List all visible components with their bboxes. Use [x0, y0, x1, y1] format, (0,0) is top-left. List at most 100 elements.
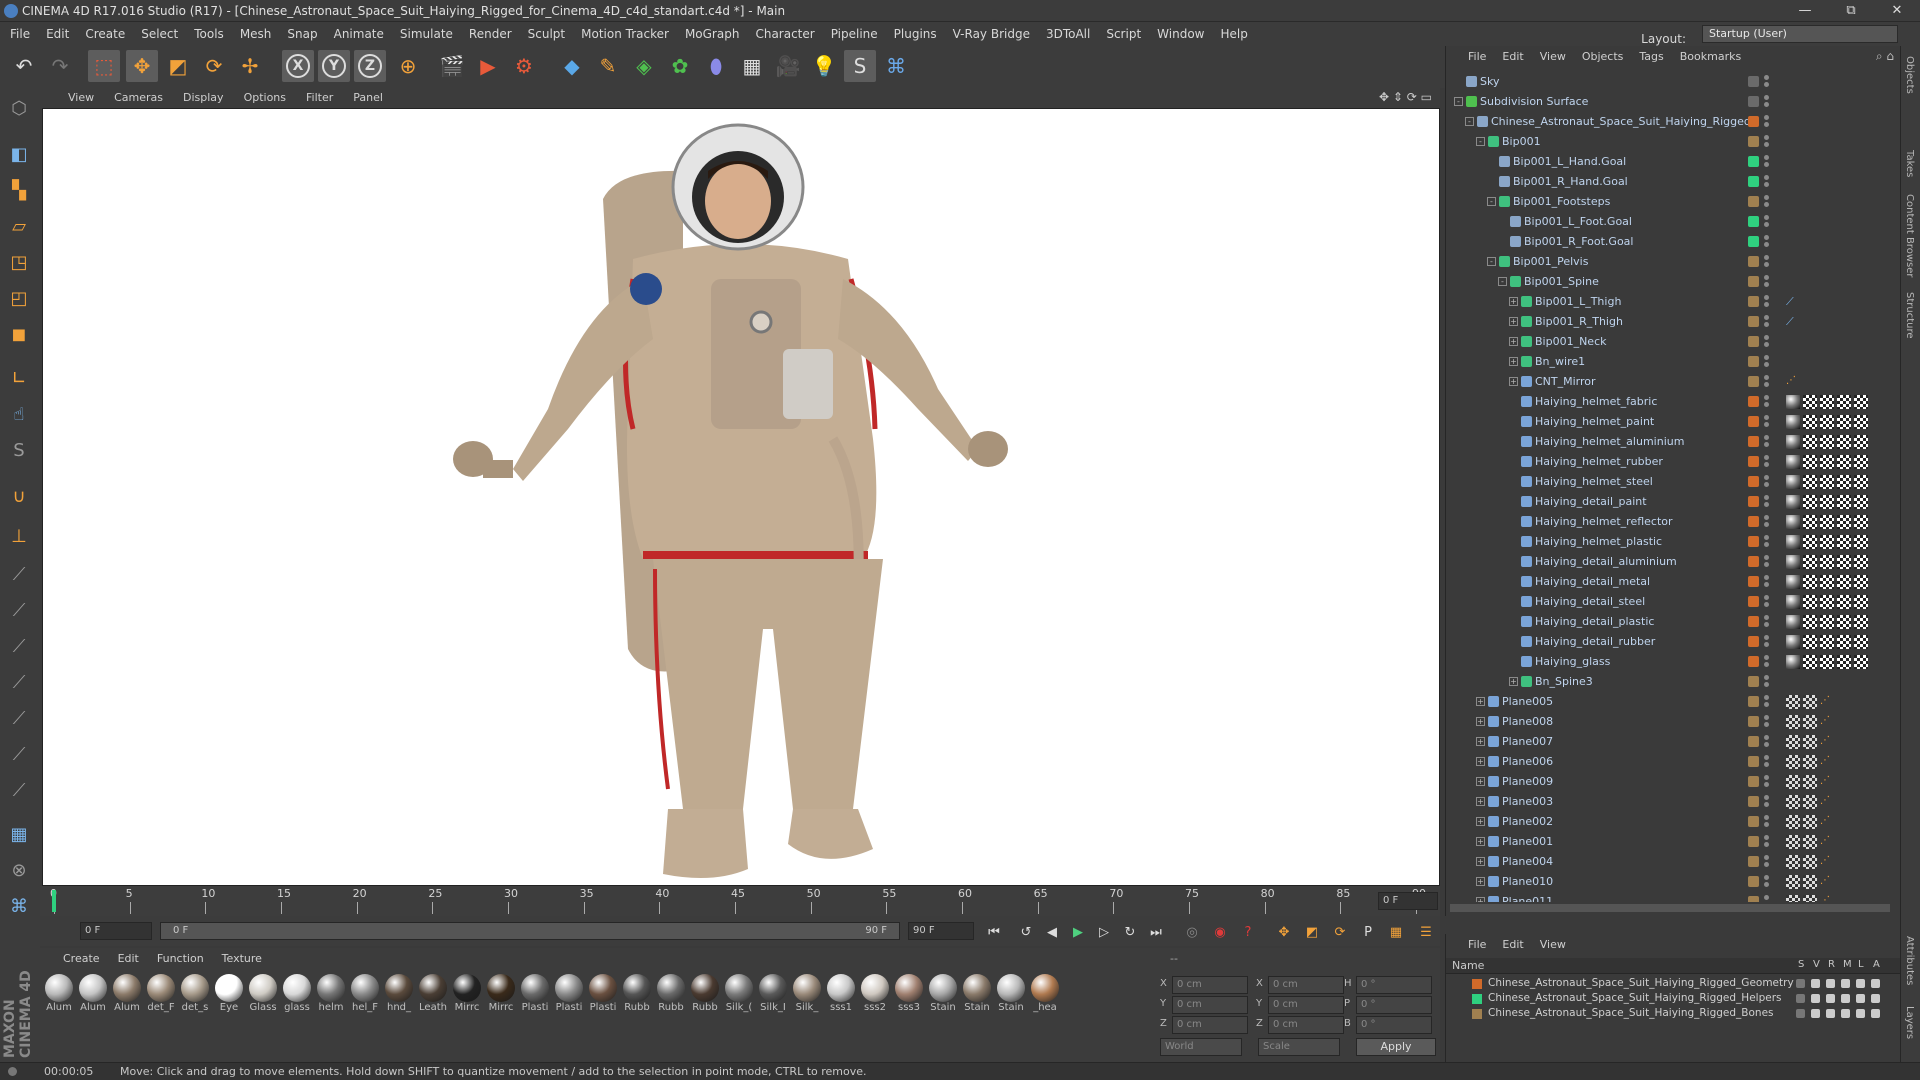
- texture-tag-icon[interactable]: [1820, 475, 1834, 489]
- material-menu-texture[interactable]: Texture: [213, 948, 271, 970]
- layer-color-swatch[interactable]: [1472, 1009, 1482, 1019]
- weight-tag-icon[interactable]: [1786, 695, 1800, 709]
- sketch-style-icon[interactable]: S: [844, 50, 876, 82]
- weight-tag-icon[interactable]: [1803, 735, 1817, 749]
- material-menu-function[interactable]: Function: [148, 948, 213, 970]
- object-row[interactable]: Haiying_helmet_paint: [1446, 412, 1886, 432]
- object-row[interactable]: + Plane010 ⋰: [1446, 872, 1886, 892]
- layer-color-icon[interactable]: [1748, 256, 1759, 267]
- texture-tag-icon[interactable]: [1837, 435, 1851, 449]
- brush-3-icon[interactable]: ⟋: [3, 666, 35, 698]
- ik-tag-icon[interactable]: ⋰: [1820, 815, 1834, 829]
- material-swatch[interactable]: Mirrc: [452, 974, 482, 1013]
- transform-tool-icon[interactable]: ✢: [234, 50, 266, 82]
- expand-icon[interactable]: +: [1476, 757, 1485, 766]
- expand-icon[interactable]: +: [1476, 897, 1485, 902]
- visibility-dots-icon[interactable]: [1764, 75, 1770, 87]
- edges-mode-icon[interactable]: ◰: [3, 282, 35, 314]
- texture-tag-icon[interactable]: [1820, 575, 1834, 589]
- 3d-viewport[interactable]: [42, 108, 1440, 886]
- coord-field-av[interactable]: 0 cm: [1172, 1016, 1248, 1034]
- object-row[interactable]: Haiying_detail_steel: [1446, 592, 1886, 612]
- redo-icon[interactable]: ↷: [44, 50, 76, 82]
- object-row[interactable]: Haiying_helmet_fabric: [1446, 392, 1886, 412]
- texture-tag-icon[interactable]: [1803, 495, 1817, 509]
- material-tag-icon[interactable]: [1786, 635, 1800, 649]
- object-row[interactable]: Haiying_helmet_plastic: [1446, 532, 1886, 552]
- brush-icon[interactable]: ⟋: [3, 594, 35, 626]
- layer-menu-view[interactable]: View: [1532, 934, 1574, 956]
- world-dropdown[interactable]: World: [1160, 1038, 1242, 1056]
- object-row[interactable]: + Plane001 ⋰: [1446, 832, 1886, 852]
- texture-tag-icon[interactable]: [1803, 595, 1817, 609]
- layer-toggle-icon[interactable]: [1841, 994, 1850, 1003]
- layer-toggle-icon[interactable]: [1826, 1009, 1835, 1018]
- tweak-mode-icon[interactable]: ☝: [3, 398, 35, 430]
- sculpt-brush-icon[interactable]: ⟋: [3, 558, 35, 590]
- rotate-tool-icon[interactable]: ⟳: [198, 50, 230, 82]
- texture-tag-icon[interactable]: [1837, 535, 1851, 549]
- snap-icon[interactable]: S: [3, 434, 35, 466]
- collapse-icon[interactable]: -: [1476, 137, 1485, 146]
- collapse-icon[interactable]: -: [1465, 117, 1474, 126]
- object-row[interactable]: Haiying_glass: [1446, 652, 1886, 672]
- layer-toggle-icon[interactable]: [1871, 979, 1880, 988]
- collapse-icon[interactable]: -: [1454, 97, 1463, 106]
- visibility-dots-icon[interactable]: [1764, 475, 1770, 487]
- material-swatch[interactable]: Glass: [248, 974, 278, 1013]
- ik-tag-icon[interactable]: ⟋: [1786, 315, 1800, 329]
- apply-button[interactable]: Apply: [1356, 1038, 1436, 1056]
- material-swatch[interactable]: sss1: [826, 974, 856, 1013]
- layer-color-icon[interactable]: [1748, 236, 1759, 247]
- object-row[interactable]: Bip001_R_Foot.Goal: [1446, 232, 1886, 252]
- material-swatch[interactable]: Rubb: [656, 974, 686, 1013]
- material-swatch[interactable]: Leath: [418, 974, 448, 1013]
- texture-tag-icon[interactable]: [1820, 415, 1834, 429]
- weight-tag-icon[interactable]: [1786, 895, 1800, 902]
- material-tag-icon[interactable]: [1786, 555, 1800, 569]
- autokey-icon[interactable]: ◉: [1210, 922, 1230, 942]
- texture-tag-icon[interactable]: [1820, 455, 1834, 469]
- visibility-dots-icon[interactable]: [1764, 435, 1770, 447]
- scale-tool-icon[interactable]: ◩: [162, 50, 194, 82]
- object-row[interactable]: + Bn_wire1: [1446, 352, 1886, 372]
- coord-field-bv[interactable]: 0 cm: [1268, 1016, 1344, 1034]
- playhead[interactable]: [52, 890, 56, 912]
- visibility-dots-icon[interactable]: [1764, 315, 1770, 327]
- next-frame-icon[interactable]: ▷: [1094, 922, 1114, 942]
- layer-toggle-icon[interactable]: [1811, 1009, 1820, 1018]
- texture-tag-icon[interactable]: [1837, 615, 1851, 629]
- layer-color-icon[interactable]: [1748, 596, 1759, 607]
- visibility-dots-icon[interactable]: [1764, 555, 1770, 567]
- material-menu-create[interactable]: Create: [54, 948, 109, 970]
- viewport-menu-panel[interactable]: Panel: [343, 88, 393, 108]
- texture-tag-icon[interactable]: [1837, 555, 1851, 569]
- layer-color-icon[interactable]: [1748, 456, 1759, 467]
- menu-window[interactable]: Window: [1149, 22, 1212, 46]
- weight-tag-icon[interactable]: [1803, 695, 1817, 709]
- tab-layers[interactable]: Layers: [1904, 1006, 1915, 1039]
- layer-toggle-icon[interactable]: [1796, 979, 1805, 988]
- ik-tag-icon[interactable]: ⋰: [1820, 695, 1834, 709]
- magnet-icon[interactable]: ∪: [3, 480, 35, 512]
- material-swatch[interactable]: _hea: [1030, 974, 1060, 1013]
- expand-icon[interactable]: +: [1509, 317, 1518, 326]
- layer-color-icon[interactable]: [1748, 76, 1759, 87]
- viewport-menu-filter[interactable]: Filter: [296, 88, 343, 108]
- layer-color-icon[interactable]: [1748, 616, 1759, 627]
- material-swatch[interactable]: Stain: [996, 974, 1026, 1013]
- texture-mode-icon[interactable]: ▚: [3, 174, 35, 206]
- viewport-menu-display[interactable]: Display: [173, 88, 234, 108]
- layer-color-icon[interactable]: [1748, 576, 1759, 587]
- model-mode-icon[interactable]: ◧: [3, 138, 35, 170]
- layer-color-icon[interactable]: [1748, 336, 1759, 347]
- brush-2-icon[interactable]: ⟋: [3, 630, 35, 662]
- texture-tag-icon[interactable]: [1803, 515, 1817, 529]
- texture-tag-icon[interactable]: [1837, 515, 1851, 529]
- texture-tag-icon[interactable]: [1803, 395, 1817, 409]
- weight-tag-icon[interactable]: [1803, 815, 1817, 829]
- visibility-dots-icon[interactable]: [1764, 815, 1770, 827]
- z-axis-lock-icon[interactable]: Z: [354, 50, 386, 82]
- menu-edit[interactable]: Edit: [38, 22, 77, 46]
- layer-col-l[interactable]: L: [1858, 959, 1864, 970]
